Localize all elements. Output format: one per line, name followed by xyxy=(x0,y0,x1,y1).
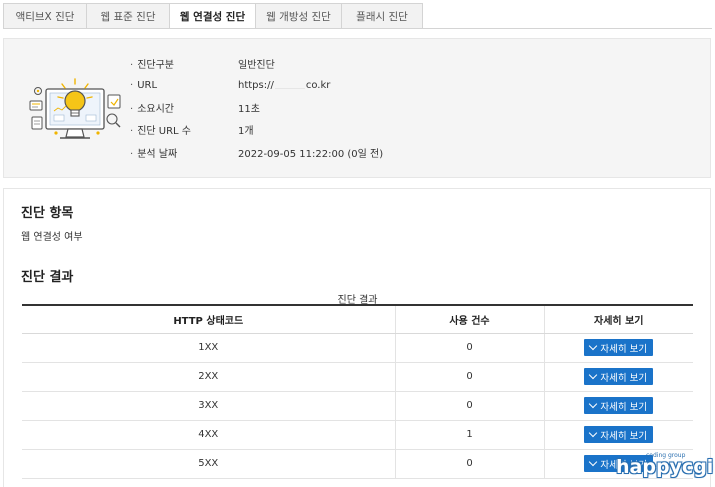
chevron-down-icon xyxy=(589,457,598,467)
items-section-title: 진단 항목 xyxy=(21,206,74,221)
table-row: 1XX 0 자세히 보기 xyxy=(22,333,693,363)
tab-web-standard[interactable]: 웹 표준 진단 xyxy=(86,3,169,29)
count-cell: 0 xyxy=(394,362,544,392)
info-value: 1개 xyxy=(238,125,254,137)
column-header-count: 사용 건수 xyxy=(394,305,544,334)
info-value-url: https:// co.kr xyxy=(238,80,330,91)
tab-label: 액티브X 진단 xyxy=(15,10,75,23)
info-value: 2022-09-05 11:22:00 (0일 전) xyxy=(238,148,384,160)
view-details-button[interactable]: 자세히 보기 xyxy=(584,426,654,443)
chevron-down-icon xyxy=(589,399,598,409)
info-row-url-count: 진단 URL 수 1개 xyxy=(130,121,254,137)
tab-divider xyxy=(3,28,712,29)
tab-web-connectivity[interactable]: 웹 연결성 진단 xyxy=(169,3,255,29)
watermark-main: happycgi xyxy=(616,456,714,478)
info-row-url: URL https:// co.kr xyxy=(130,77,330,93)
lightbulb-monitor-icon xyxy=(29,78,121,139)
table-row: 4XX 1 자세히 보기 xyxy=(22,420,693,450)
items-section-text: 웹 연결성 여부 xyxy=(21,232,83,243)
tab-web-openness[interactable]: 웹 개방성 진단 xyxy=(255,3,341,29)
count-cell: 1 xyxy=(394,420,544,450)
view-details-button[interactable]: 자세히 보기 xyxy=(584,368,654,385)
table-row: 2XX 0 자세히 보기 xyxy=(22,362,693,392)
tab-flash[interactable]: 플래시 진단 xyxy=(341,3,423,29)
button-label: 자세히 보기 xyxy=(600,401,648,413)
tab-label: 웹 표준 진단 xyxy=(100,10,156,23)
url-suffix: co.kr xyxy=(305,79,331,91)
count-cell: 0 xyxy=(394,449,544,479)
status-code-cell: 5XX xyxy=(22,449,395,479)
tab-activex[interactable]: 액티브X 진단 xyxy=(3,3,86,29)
status-code-cell: 2XX xyxy=(22,362,395,392)
results-table: HTTP 상태코드 사용 건수 자세히 보기 1XX 0 자세히 보기 2XX … xyxy=(22,304,693,479)
column-header-status-code: HTTP 상태코드 xyxy=(22,305,395,334)
count-cell: 0 xyxy=(394,333,544,363)
info-row-elapsed: 소요시간 11초 xyxy=(130,99,260,115)
tab-bar: 액티브X 진단 웹 표준 진단 웹 연결성 진단 웹 개방성 진단 플래시 진단 xyxy=(3,3,423,29)
view-details-button[interactable]: 자세히 보기 xyxy=(584,397,654,414)
view-details-button[interactable]: 자세히 보기 xyxy=(584,339,654,356)
results-section-title: 진단 결과 xyxy=(21,270,74,285)
button-label: 자세히 보기 xyxy=(600,430,648,442)
details-cell: 자세히 보기 xyxy=(543,420,693,450)
info-row-analysis-date: 분석 날짜 2022-09-05 11:22:00 (0일 전) xyxy=(130,144,383,160)
column-header-details: 자세히 보기 xyxy=(543,305,693,334)
info-key: 소요시간 xyxy=(130,100,238,115)
button-label: 자세히 보기 xyxy=(600,372,648,384)
status-code-cell: 4XX xyxy=(22,420,395,450)
chevron-down-icon xyxy=(589,341,598,351)
status-code-cell: 3XX xyxy=(22,391,395,421)
info-key: 진단 URL 수 xyxy=(130,122,238,137)
info-value: 11초 xyxy=(238,103,260,115)
details-cell: 자세히 보기 xyxy=(543,362,693,392)
button-label: 자세히 보기 xyxy=(600,343,648,355)
url-prefix: https:// xyxy=(238,79,274,91)
info-row-diagnosis-type: 진단구분 일반진단 xyxy=(130,55,275,71)
detail-panel: 진단 항목 웹 연결성 여부 진단 결과 진단 결과 HTTP 상태코드 사용 … xyxy=(3,188,711,487)
info-key: 진단구분 xyxy=(130,56,238,71)
table-row: 3XX 0 자세히 보기 xyxy=(22,391,693,421)
table-row: 5XX 0 자세히 보기 xyxy=(22,449,693,479)
details-cell: 자세히 보기 xyxy=(543,391,693,421)
watermark-logo: coding group happycgi xyxy=(610,450,714,484)
table-header-row: HTTP 상태코드 사용 건수 자세히 보기 xyxy=(22,305,693,334)
info-key: URL xyxy=(130,80,238,91)
info-key: 분석 날짜 xyxy=(130,145,238,160)
url-redaction xyxy=(274,80,305,89)
tab-label: 웹 연결성 진단 xyxy=(179,10,246,23)
summary-panel: 진단구분 일반진단 URL https:// co.kr 소요시간 11초 진단 … xyxy=(3,38,711,178)
chevron-down-icon xyxy=(589,428,598,438)
tab-label: 플래시 진단 xyxy=(356,10,408,23)
chevron-down-icon xyxy=(589,370,598,380)
details-cell: 자세히 보기 xyxy=(543,333,693,363)
count-cell: 0 xyxy=(394,391,544,421)
status-code-cell: 1XX xyxy=(22,333,395,363)
tab-label: 웹 개방성 진단 xyxy=(266,10,331,23)
info-value: 일반진단 xyxy=(238,59,275,71)
